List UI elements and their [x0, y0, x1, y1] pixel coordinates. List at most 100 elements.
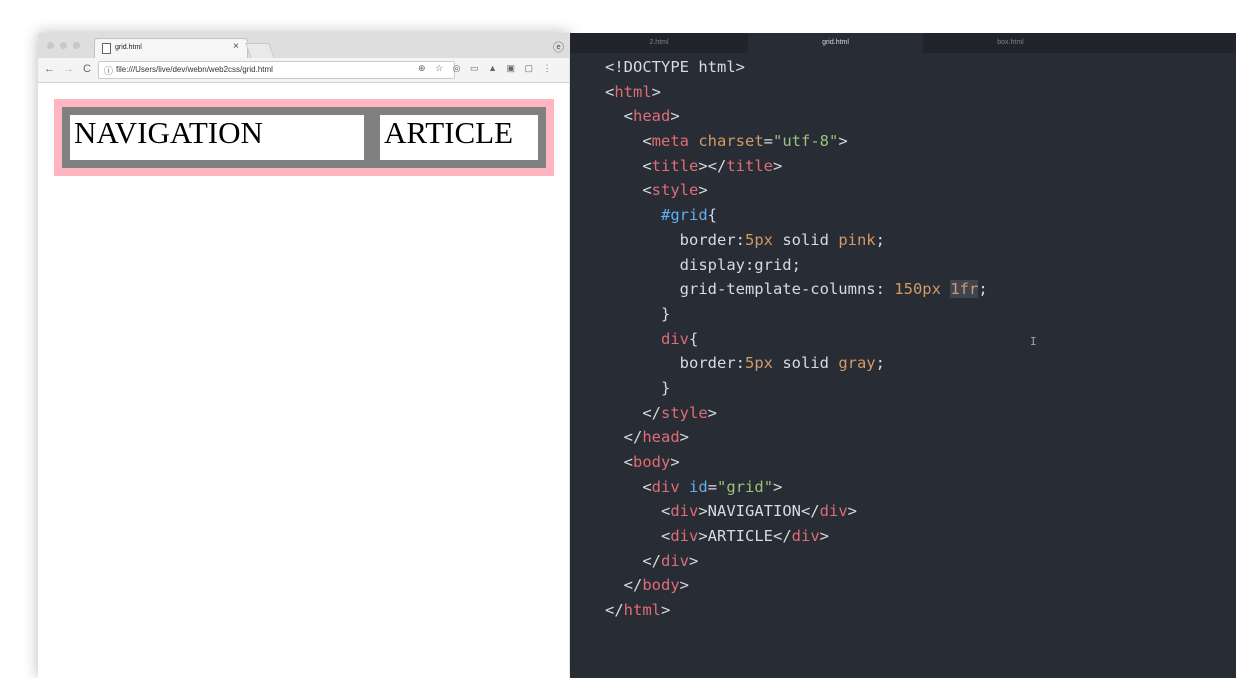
code-token: <!DOCTYPE html> [605, 58, 745, 76]
browser-toolbar: ← → C ⓘ file:///Users/live/dev/webn/web2… [38, 58, 569, 83]
browser-window: grid.html × ⓔ ← → C ⓘ file:///Users/live… [38, 33, 569, 678]
code-line[interactable]: border:5px solid gray; [605, 351, 988, 376]
code-token: ; [875, 354, 885, 373]
url-text[interactable]: file:///Users/live/dev/webn/web2css/grid… [116, 65, 273, 74]
code-token: "grid" [717, 477, 774, 496]
code-token: id [689, 477, 708, 496]
profile-icon[interactable]: ⓔ [553, 39, 564, 55]
code-line[interactable]: </head> [605, 425, 988, 450]
tab-close-icon[interactable]: × [233, 41, 239, 52]
code-token: solid [772, 354, 839, 373]
code-line[interactable]: <div id="grid"> [605, 475, 988, 500]
editor-tab-2-html[interactable]: 2.html [570, 33, 748, 53]
code-token: 1fr [950, 280, 979, 299]
code-token: title [651, 156, 699, 175]
code-token: < [605, 181, 652, 200]
code-token: "utf-8" [773, 132, 839, 151]
extension-icon[interactable]: ◎ [453, 63, 461, 73]
minimize-window-icon[interactable] [60, 42, 67, 49]
code-line[interactable]: div{ [605, 327, 988, 352]
forward-icon[interactable]: → [63, 63, 74, 75]
code-token: ; [978, 280, 988, 299]
code-token: pink [838, 230, 876, 249]
code-token: > [707, 403, 718, 422]
code-line[interactable]: <body> [605, 450, 988, 475]
code-line[interactable]: grid-template-columns: 150px 1fr; [605, 277, 988, 302]
code-line[interactable]: display:grid; [605, 253, 988, 278]
extension-icon[interactable]: ▲ [488, 63, 497, 73]
code-token: < [605, 527, 671, 546]
extension-icon[interactable]: ▣ [507, 63, 516, 73]
code-line[interactable]: </body> [605, 573, 988, 598]
code-line[interactable]: </div> [605, 549, 988, 574]
code-token: div [670, 502, 699, 521]
code-token: border: [605, 230, 745, 249]
extension-icon[interactable]: ▢ [525, 63, 534, 73]
menu-icon[interactable]: ⋮ [543, 63, 552, 73]
code-token: html [614, 82, 652, 101]
code-token: > [698, 181, 708, 200]
editor-tab-box-html[interactable]: box.html [923, 33, 1098, 53]
tab-strip: grid.html × ⓔ [38, 33, 569, 59]
code-line[interactable]: <meta charset="utf-8"> [605, 129, 988, 154]
code-line[interactable]: </style> [605, 401, 988, 426]
code-token: body [633, 453, 671, 471]
grid-item-navigation: NAVIGATION [62, 107, 372, 168]
bookmark-star-icon[interactable]: ☆ [435, 63, 443, 73]
code-line[interactable]: <div>NAVIGATION</div> [605, 499, 988, 524]
code-token: div [661, 329, 689, 348]
code-token: gray [838, 354, 876, 373]
back-icon[interactable]: ← [44, 63, 55, 75]
code-line[interactable]: } [605, 302, 988, 327]
code-token: < [605, 477, 652, 496]
code-area[interactable]: <!DOCTYPE html> <html> <head> <meta chars… [605, 55, 988, 623]
code-line[interactable]: <head> [605, 104, 988, 129]
code-token: style [661, 403, 708, 422]
code-line[interactable]: </html> [605, 598, 988, 623]
code-token: </ [605, 428, 643, 447]
code-line[interactable]: <title></title> [605, 154, 988, 179]
page-viewport: NAVIGATION ARTICLE [38, 83, 569, 678]
code-token: solid [772, 230, 839, 249]
code-token: > [847, 502, 857, 521]
zoom-icon[interactable]: ⊕ [418, 63, 426, 73]
tab-title: grid.html [115, 44, 142, 51]
zoom-window-icon[interactable] [73, 42, 80, 49]
extension-icon[interactable]: ▭ [470, 63, 479, 73]
code-line[interactable]: <html> [605, 80, 988, 105]
code-line[interactable]: <div>ARTICLE</div> [605, 524, 988, 549]
code-token: title [726, 156, 774, 175]
code-token: </ [605, 403, 661, 422]
new-tab-button[interactable] [245, 43, 275, 58]
code-token: grid-template-columns: [605, 280, 895, 299]
browser-tab-grid[interactable]: grid.html × [94, 38, 248, 59]
code-token: < [605, 502, 671, 521]
code-token: } [605, 304, 671, 323]
editor-tab-grid-html[interactable]: grid.html [748, 33, 923, 53]
code-line[interactable]: <style> [605, 178, 988, 203]
code-token: > [679, 428, 689, 447]
code-token: > [670, 107, 680, 126]
code-editor: 2.html grid.html box.html <!DOCTYPE html… [570, 33, 1236, 678]
code-line[interactable]: border:5px solid pink; [605, 228, 988, 253]
info-icon[interactable]: ⓘ [104, 64, 113, 77]
code-line[interactable]: <!DOCTYPE html> [605, 55, 988, 80]
code-token: } [605, 378, 671, 397]
code-token: display:grid; [605, 255, 801, 274]
code-line[interactable]: } [605, 376, 988, 401]
code-token: > [773, 477, 783, 496]
code-token: border: [605, 354, 745, 373]
code-token: charset [698, 132, 764, 151]
code-line[interactable]: #grid{ [605, 203, 988, 228]
reload-icon[interactable]: C [83, 63, 91, 75]
address-bar[interactable]: ⓘ file:///Users/live/dev/webn/web2css/gr… [98, 61, 455, 79]
code-token: html [623, 601, 661, 620]
toolbar-icons: ⊕ ☆ ◎ ▭ ▲ ▣ ▢ ⋮ [418, 63, 559, 74]
close-window-icon[interactable] [47, 42, 54, 49]
code-token: > [670, 453, 680, 471]
code-token: body [642, 576, 680, 595]
